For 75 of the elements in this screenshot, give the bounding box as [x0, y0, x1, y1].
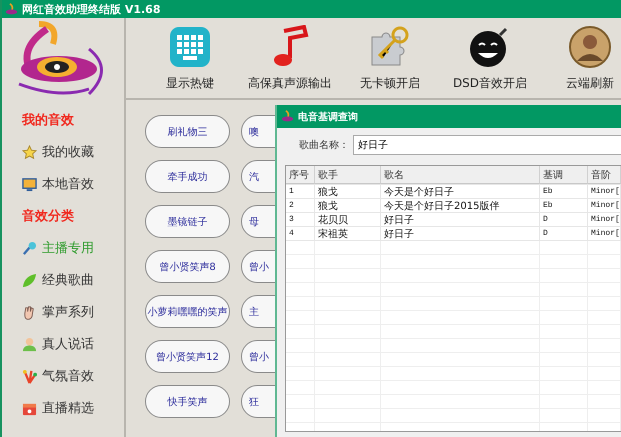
table-cell: 花贝贝	[315, 213, 381, 226]
sound-button[interactable]: 快手笑声	[145, 385, 230, 418]
avatar-icon	[568, 24, 612, 68]
app-icon	[281, 110, 294, 123]
song-name-field[interactable]: 好日子	[353, 135, 621, 155]
sound-button[interactable]: 噢	[241, 115, 275, 148]
app-icon	[5, 2, 18, 16]
table-cell: D	[540, 227, 588, 240]
sound-button[interactable]: 牵手成功	[145, 160, 230, 193]
toolbar-button[interactable]: 高保真声源输出	[240, 24, 340, 92]
table-cell: Minor[	[588, 213, 621, 226]
sidebar-item[interactable]: 气氛音效	[22, 360, 124, 392]
toolbar-button[interactable]: 无卡顿开启	[340, 24, 440, 92]
sidebar-item[interactable]: 本地音效	[22, 168, 124, 200]
section-heading: 我的音效	[22, 112, 75, 130]
keyboard-icon	[168, 24, 212, 68]
sound-button[interactable]: 汽	[241, 160, 275, 193]
sound-button[interactable]: 主	[241, 295, 275, 328]
toolbar-button[interactable]: DSD音效开启	[440, 24, 540, 92]
column-header[interactable]: 音阶	[588, 166, 621, 184]
sound-button[interactable]: 曾小贤笑声8	[145, 250, 230, 283]
toolbar-button[interactable]: 显示热键	[140, 24, 240, 92]
table-cell: 4	[286, 227, 315, 240]
star-icon	[22, 144, 37, 160]
table-cell: Eb	[540, 185, 588, 198]
sidebar-item[interactable]: 直播精选	[22, 392, 124, 424]
sound-button[interactable]: 狂	[241, 385, 275, 418]
sidebar-item-label: 我的收藏	[42, 144, 94, 161]
table-cell: 宋祖英	[315, 227, 381, 240]
sound-button[interactable]: 母	[241, 205, 275, 238]
table-cell: 3	[286, 213, 315, 226]
sidebar-item-label: 真人说话	[42, 336, 94, 353]
leaf-icon	[22, 272, 37, 288]
sidebar-item-label: 经典歌曲	[42, 272, 94, 289]
sidebar-item-label: 气氛音效	[42, 368, 94, 385]
sound-button[interactable]: 刷礼物三	[145, 115, 230, 148]
field-label: 歌曲名称：	[299, 138, 349, 152]
table-cell: Minor[	[588, 185, 621, 198]
person-icon	[22, 336, 37, 352]
sound-button[interactable]: 曾小	[241, 250, 275, 283]
sidebar-item-label: 主播专用	[42, 240, 94, 257]
column-header[interactable]: 歌手	[315, 166, 381, 184]
sidebar-item[interactable]: 真人说话	[22, 328, 124, 360]
table-cell: 2	[286, 199, 315, 212]
toolbar-button[interactable]: 云端刷新	[540, 24, 621, 92]
table-cell: 今天是个好日子2015版伴	[381, 199, 540, 212]
section-heading: 音效分类	[22, 208, 75, 226]
sidebar-item-label: 掌声系列	[42, 304, 94, 321]
sound-button[interactable]: 曾小	[241, 340, 275, 373]
sidebar-item-label: 本地音效	[42, 176, 94, 193]
sound-button[interactable]: 曾小贤笑声12	[145, 340, 230, 373]
sidebar-item[interactable]: 经典歌曲	[22, 264, 124, 296]
column-header[interactable]: 歌名	[381, 166, 540, 184]
table-cell: Minor[	[588, 227, 621, 240]
dialog-title: 电音基调查询	[298, 110, 358, 124]
microphone-icon	[22, 240, 37, 256]
table-cell: 1	[286, 185, 315, 198]
sound-button[interactable]: 墨镜链子	[145, 205, 230, 238]
window-title: 网红音效助理终结版 V1.68	[22, 2, 160, 16]
table-cell: 今天是个好日子	[381, 185, 540, 198]
table-cell: Eb	[540, 199, 588, 212]
table-cell: D	[540, 213, 588, 226]
fireworks-icon	[22, 368, 37, 384]
monitor-icon	[22, 176, 37, 192]
column-header[interactable]: 序号	[286, 166, 315, 184]
table-cell: 狼戈	[315, 185, 381, 198]
table-cell: 好日子	[381, 227, 540, 240]
sidebar-item-label: 直播精选	[42, 400, 94, 417]
table-cell: 狼戈	[315, 199, 381, 212]
column-header[interactable]: 基调	[540, 166, 588, 184]
sidebar-item[interactable]: 掌声系列	[22, 296, 124, 328]
table-cell: 好日子	[381, 213, 540, 226]
sidebar-item[interactable]: 我的收藏	[22, 136, 124, 168]
table-cell: Minor[	[588, 199, 621, 212]
sound-button[interactable]: 小萝莉嘿嘿的笑声	[145, 295, 230, 328]
